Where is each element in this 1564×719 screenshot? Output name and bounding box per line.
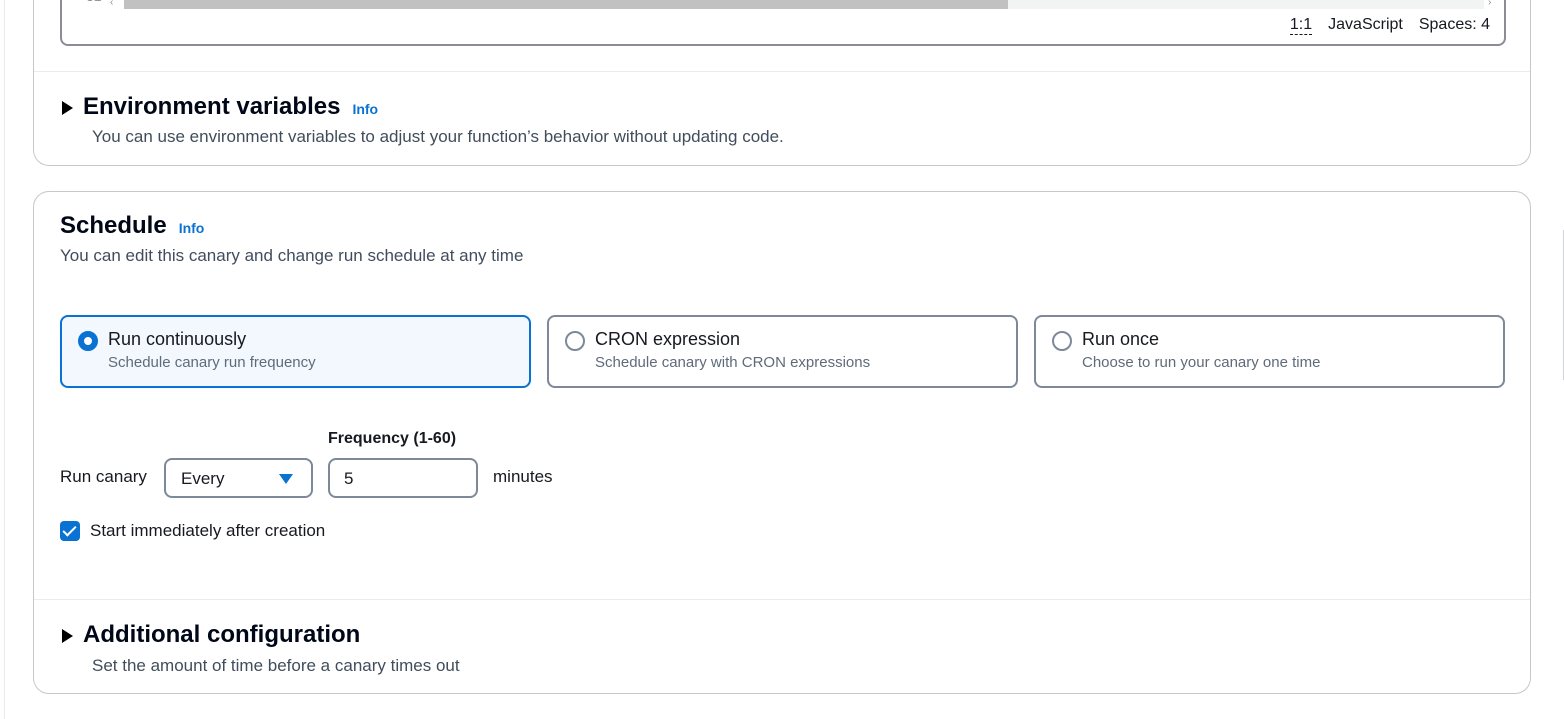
- tile-label: CRON expression: [595, 329, 741, 349]
- editor-status-bar: 1:1 JavaScript Spaces: 4: [1289, 16, 1490, 35]
- env-vars-expander[interactable]: Environment variables Info: [62, 93, 378, 121]
- env-vars-description: You can use environment variables to adj…: [92, 127, 784, 146]
- run-canary-select-value: Every: [181, 469, 225, 488]
- divider: [34, 599, 1530, 600]
- schedule-title: Schedule: [60, 212, 167, 239]
- start-immediately-row[interactable]: Start immediately after creation: [60, 521, 325, 541]
- editor-indentation: Spaces: 4: [1418, 16, 1490, 33]
- radio-run-once[interactable]: [1052, 331, 1072, 351]
- start-immediately-label[interactable]: Start immediately after creation: [90, 521, 325, 541]
- tile-description: Schedule canary run frequency: [108, 354, 316, 371]
- scroll-left-icon[interactable]: ‹: [110, 0, 113, 8]
- divider: [34, 71, 1530, 72]
- radio-run-continuously[interactable]: [78, 331, 98, 351]
- schedule-description: You can edit this canary and change run …: [60, 246, 524, 265]
- schedule-card: Schedule Info You can edit this canary a…: [33, 191, 1531, 694]
- tile-label: Run continuously: [108, 329, 247, 349]
- env-vars-info-link[interactable]: Info: [352, 101, 378, 117]
- page: 31 ‹ › 1:1 JavaScript Spaces: 4 Environm…: [0, 0, 1564, 719]
- editor-line-number: 31: [86, 0, 102, 2]
- caret-right-icon[interactable]: [62, 101, 73, 115]
- script-editor-card: 31 ‹ › 1:1 JavaScript Spaces: 4 Environm…: [33, 0, 1531, 166]
- frequency-unit: minutes: [493, 467, 553, 486]
- code-editor[interactable]: 31 ‹ › 1:1 JavaScript Spaces: 4: [60, 0, 1506, 46]
- additional-config-description: Set the amount of time before a canary t…: [92, 656, 460, 675]
- schedule-header: Schedule Info: [60, 212, 204, 240]
- tile-label: Run once: [1082, 329, 1160, 349]
- schedule-info-link[interactable]: Info: [179, 220, 205, 236]
- run-canary-label: Run canary: [60, 467, 147, 486]
- additional-config-expander[interactable]: Additional configuration: [62, 621, 360, 649]
- env-vars-title: Environment variables: [83, 93, 341, 120]
- page-edge-left: [0, 0, 5, 719]
- editor-horizontal-scrollbar[interactable]: [124, 0, 1484, 9]
- radio-cron-expression[interactable]: [565, 331, 585, 351]
- tile-run-once[interactable]: Run once Choose to run your canary one t…: [1034, 315, 1505, 388]
- editor-language: JavaScript: [1328, 16, 1403, 33]
- tile-description: Schedule canary with CRON expressions: [595, 354, 871, 371]
- schedule-type-tiles: Run continuously Schedule canary run fre…: [60, 315, 1505, 388]
- run-canary-select[interactable]: Every: [164, 458, 313, 498]
- tile-cron-expression[interactable]: CRON expression Schedule canary with CRO…: [547, 315, 1018, 388]
- caret-right-icon[interactable]: [62, 629, 73, 643]
- frequency-label: Frequency (1-60): [328, 430, 457, 447]
- cursor-position[interactable]: 1:1: [1289, 16, 1313, 35]
- additional-config-title: Additional configuration: [83, 621, 361, 648]
- editor-scroll-thumb[interactable]: [124, 0, 1008, 9]
- scroll-right-icon[interactable]: ›: [1488, 0, 1491, 8]
- tile-run-continuously[interactable]: Run continuously Schedule canary run fre…: [60, 315, 531, 388]
- caret-down-icon: [279, 474, 293, 484]
- tile-description: Choose to run your canary one time: [1082, 354, 1321, 371]
- start-immediately-checkbox[interactable]: [60, 521, 80, 541]
- frequency-input[interactable]: 5: [328, 458, 478, 498]
